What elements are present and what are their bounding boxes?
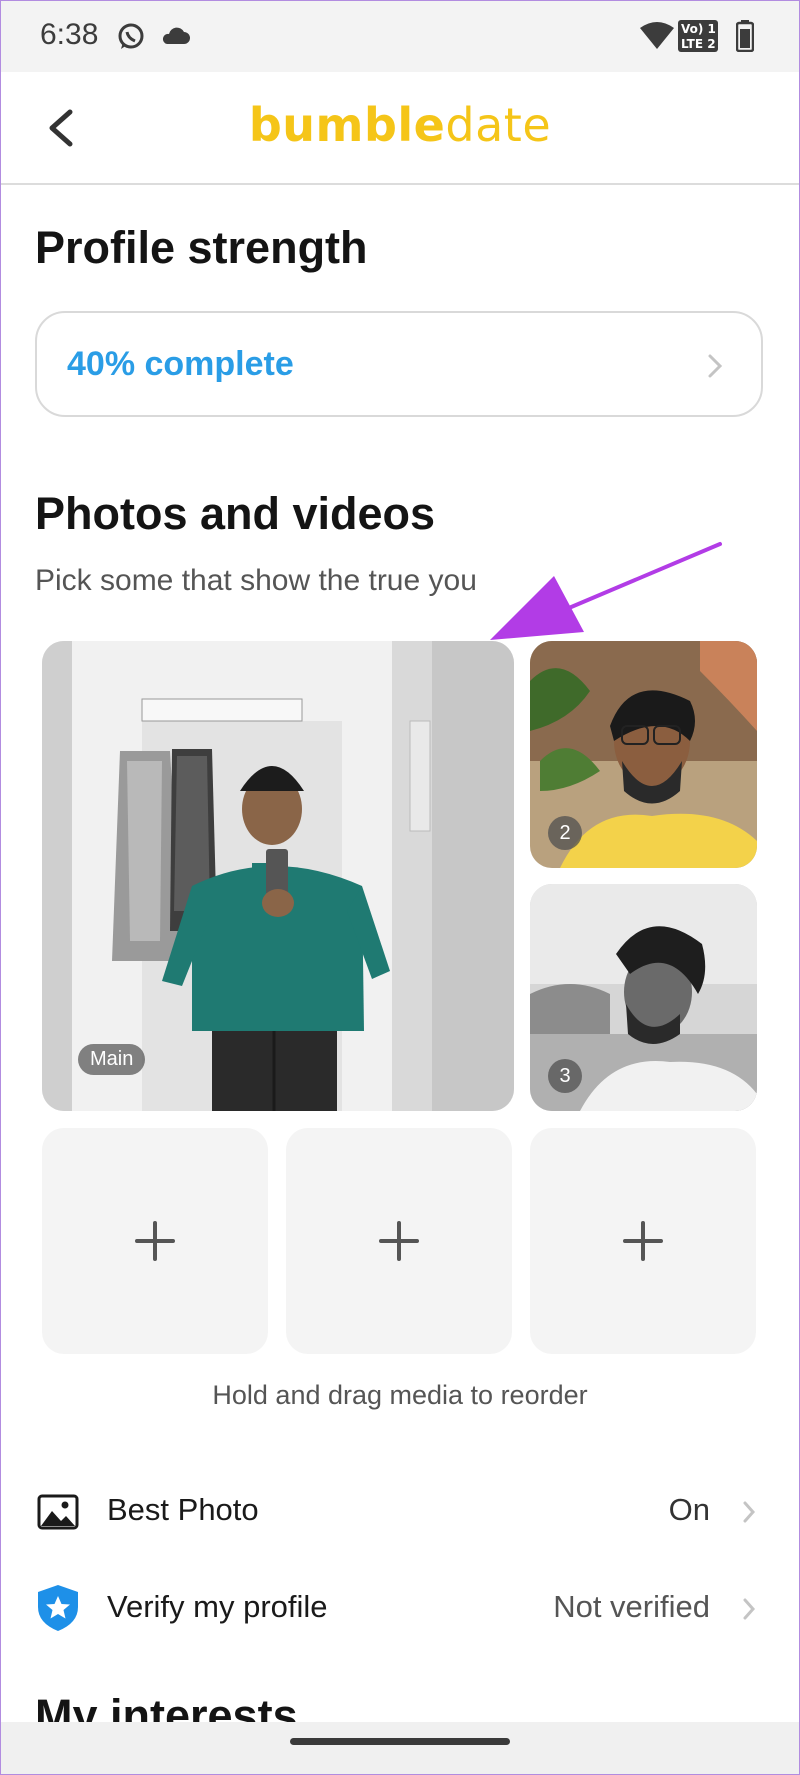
image-icon <box>37 1494 79 1530</box>
whatsapp-icon <box>116 22 146 57</box>
verify-profile-row[interactable]: Verify my profile Not verified <box>0 1569 800 1649</box>
brand-logo-light: date <box>445 98 552 152</box>
add-photo-slot-5[interactable] <box>286 1128 512 1354</box>
photo-3[interactable]: 3 <box>530 884 757 1111</box>
battery-icon <box>735 20 755 57</box>
verify-profile-value: Not verified <box>553 1589 710 1624</box>
plus-icon <box>135 1221 175 1261</box>
photo-main-image <box>42 641 514 1111</box>
home-gesture-handle[interactable] <box>290 1738 510 1745</box>
add-photo-slot-6[interactable] <box>530 1128 756 1354</box>
app-bar: bumbledate <box>0 72 800 185</box>
status-time: 6:38 <box>40 18 99 51</box>
brand-logo: bumbledate <box>0 98 800 152</box>
reorder-hint: Hold and drag media to reorder <box>212 1380 588 1410</box>
profile-strength-title: Profile strength <box>35 222 368 273</box>
brand-logo-bold: bumble <box>248 98 446 152</box>
system-nav-bar <box>0 1722 800 1775</box>
best-photo-label: Best Photo <box>107 1492 259 1527</box>
photo-2[interactable]: 2 <box>530 641 757 868</box>
svg-text:LTE 2: LTE 2 <box>681 37 716 51</box>
profile-strength-status: 40% complete <box>67 345 294 383</box>
plus-icon <box>379 1221 419 1261</box>
verify-profile-label: Verify my profile <box>107 1589 328 1624</box>
plus-icon <box>623 1221 663 1261</box>
photo-2-badge: 2 <box>548 816 582 850</box>
add-photo-slot-4[interactable] <box>42 1128 268 1354</box>
volte-lte2-icon: Vo) 1 LTE 2 <box>678 20 718 57</box>
status-bar: 6:38 Vo) 1 LTE 2 <box>0 0 800 72</box>
verify-shield-icon <box>38 1585 78 1631</box>
photo-main[interactable]: Main <box>42 641 514 1111</box>
main-photo-badge: Main <box>78 1044 146 1075</box>
best-photo-value: On <box>668 1492 710 1527</box>
wifi-icon <box>640 22 674 55</box>
cloud-icon <box>160 26 190 51</box>
annotation-arrow <box>490 542 722 640</box>
chevron-right-icon <box>743 1501 756 1523</box>
photos-title: Photos and videos <box>35 488 436 539</box>
chevron-right-icon <box>708 354 723 378</box>
photos-subtitle: Pick some that show the true you <box>35 564 477 597</box>
photo-3-badge: 3 <box>548 1059 582 1093</box>
profile-strength-card[interactable]: 40% complete <box>35 311 763 417</box>
best-photo-row[interactable]: Best Photo On <box>0 1472 800 1552</box>
svg-text:Vo) 1: Vo) 1 <box>681 22 716 36</box>
chevron-right-icon <box>743 1598 756 1620</box>
